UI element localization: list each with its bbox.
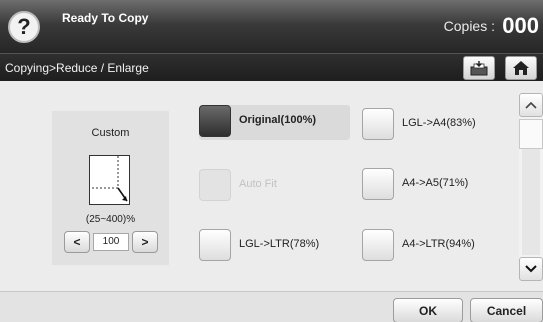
copies-count: 000: [502, 13, 539, 38]
scroll-track[interactable]: [519, 119, 543, 255]
chevron-right-icon: >: [141, 235, 149, 249]
custom-title: Custom: [91, 127, 130, 139]
scroll-down-button[interactable]: [519, 257, 543, 281]
question-mark-icon[interactable]: ?: [8, 11, 40, 43]
option-a4-ltr-label: A4->LTR(94%): [402, 238, 475, 250]
save-to-box-icon: [470, 61, 488, 76]
option-original-label: Original(100%): [239, 114, 317, 126]
scroll-up-button[interactable]: [519, 93, 543, 117]
decrease-button[interactable]: <: [64, 231, 90, 253]
breadcrumb-bar: Copying>Reduce / Enlarge: [0, 53, 543, 81]
chevron-left-icon: <: [73, 235, 81, 249]
option-a4-a5-label: A4->A5(71%): [402, 177, 469, 189]
option-auto-fit-label: Auto Fit: [239, 178, 277, 190]
scroll-thumb[interactable]: [519, 119, 543, 149]
option-lgl-ltr-button[interactable]: [199, 229, 231, 261]
home-button[interactable]: [505, 56, 537, 80]
cancel-button[interactable]: Cancel: [470, 298, 543, 322]
page-preview-icon: [89, 155, 130, 205]
increase-button[interactable]: >: [132, 231, 158, 253]
option-a4-ltr-button[interactable]: [362, 229, 394, 261]
chevron-up-icon: [525, 101, 537, 109]
ok-button[interactable]: OK: [393, 298, 463, 322]
scale-stepper: < 100 >: [64, 231, 158, 253]
option-original-button[interactable]: [199, 105, 231, 137]
status-text: Ready To Copy: [62, 11, 149, 25]
home-icon: [513, 61, 529, 75]
chevron-down-icon: [525, 265, 537, 273]
option-lgl-a4-label: LGL->A4(83%): [402, 117, 476, 129]
main-panel: Custom (25~400)% < 100 > Original(100%) …: [0, 81, 543, 291]
save-to-box-button[interactable]: [463, 56, 495, 80]
option-auto-fit: Auto Fit: [199, 169, 351, 205]
option-lgl-a4-button[interactable]: [362, 108, 394, 140]
footer-bar: OK Cancel: [0, 291, 543, 322]
header-bar: ? Ready To Copy Copies : 000: [0, 0, 543, 53]
option-lgl-ltr-label: LGL->LTR(78%): [239, 238, 320, 250]
custom-panel: Custom (25~400)% < 100 >: [52, 111, 169, 265]
option-auto-fit-button: [199, 169, 231, 201]
range-label: (25~400)%: [85, 214, 136, 225]
breadcrumb: Copying>Reduce / Enlarge: [5, 61, 149, 75]
help-glyph: ?: [17, 14, 31, 39]
scale-value-field[interactable]: 100: [93, 233, 129, 251]
option-a4-a5-button[interactable]: [362, 168, 394, 200]
option-lgl-ltr[interactable]: LGL->LTR(78%): [199, 229, 351, 265]
option-a4-ltr[interactable]: A4->LTR(94%): [362, 229, 502, 265]
option-original[interactable]: Original(100%): [199, 105, 351, 141]
copies-label: Copies :: [443, 18, 495, 34]
option-lgl-a4[interactable]: LGL->A4(83%): [362, 108, 502, 144]
scrollbar[interactable]: [519, 93, 543, 281]
option-a4-a5[interactable]: A4->A5(71%): [362, 168, 502, 204]
